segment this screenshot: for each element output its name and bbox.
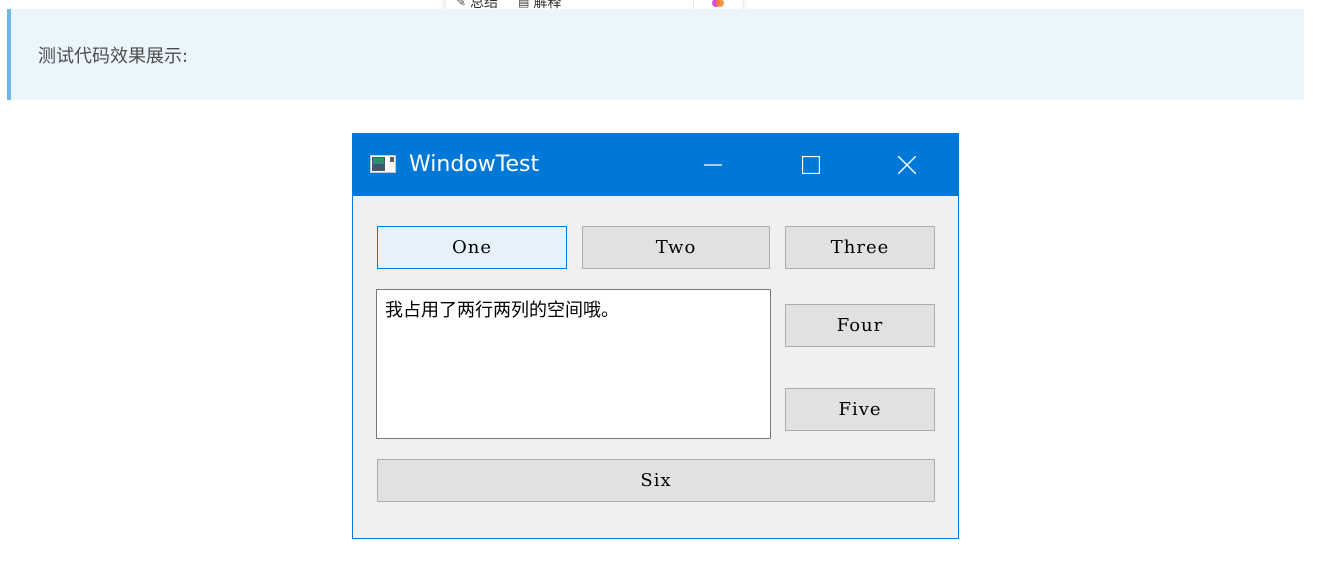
maximize-button[interactable] — [781, 134, 841, 196]
maximize-icon — [802, 156, 820, 174]
button-five[interactable]: Five — [785, 388, 935, 431]
close-icon — [898, 156, 916, 174]
button-six[interactable]: Six — [377, 459, 935, 502]
window-test: WindowTest One Two Three 我占用了两行两列的空间哦。 F… — [352, 133, 959, 539]
summarize-icon: ✎ — [456, 0, 467, 9]
button-three[interactable]: Three — [785, 226, 935, 269]
text-edit-area[interactable]: 我占用了两行两列的空间哦。 — [376, 289, 771, 439]
note-text: 测试代码效果展示: — [38, 45, 189, 67]
button-four[interactable]: Four — [785, 304, 935, 347]
window-title: WindowTest — [409, 152, 540, 177]
app-icon — [370, 155, 396, 173]
minimize-button[interactable] — [683, 134, 743, 196]
button-one[interactable]: One — [377, 226, 567, 269]
window-client-area: One Two Three 我占用了两行两列的空间哦。 Four Five Si… — [353, 196, 958, 538]
button-two[interactable]: Two — [582, 226, 770, 269]
explain-icon: ▤ — [518, 0, 530, 9]
title-bar[interactable]: WindowTest — [353, 134, 958, 196]
close-button[interactable] — [877, 134, 937, 196]
note-block: 测试代码效果展示: — [7, 9, 1304, 100]
minimize-icon — [704, 164, 722, 166]
